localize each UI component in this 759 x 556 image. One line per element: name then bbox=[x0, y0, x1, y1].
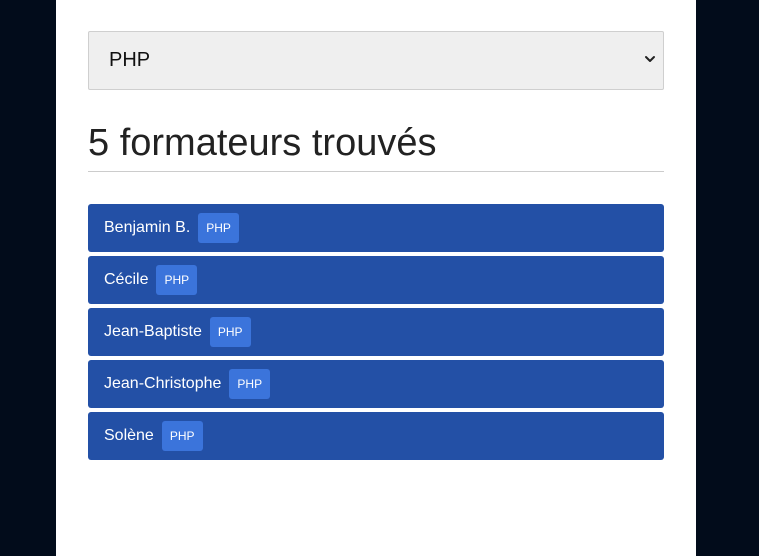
technology-select[interactable]: PHP bbox=[88, 31, 664, 90]
trainer-name: Solène bbox=[104, 427, 154, 444]
chevron-down-icon bbox=[645, 56, 655, 62]
main-content: PHP 5 formateurs trouvés Benjamin B. PHP… bbox=[88, 31, 664, 464]
trainer-name: Benjamin B. bbox=[104, 219, 191, 236]
trainer-item[interactable]: Benjamin B. PHP bbox=[88, 204, 664, 252]
trainer-name: Jean-Christophe bbox=[104, 375, 222, 392]
skill-badge: PHP bbox=[198, 213, 239, 243]
page-container: PHP 5 formateurs trouvés Benjamin B. PHP… bbox=[56, 0, 696, 556]
results-heading: 5 formateurs trouvés bbox=[88, 121, 664, 172]
trainer-list: Benjamin B. PHP Cécile PHP Jean-Baptiste… bbox=[88, 204, 664, 460]
trainer-name: Cécile bbox=[104, 271, 149, 288]
skill-badge: PHP bbox=[209, 317, 251, 347]
skill-badge: PHP bbox=[156, 265, 198, 295]
trainer-item[interactable]: Jean-Baptiste PHP bbox=[88, 308, 664, 356]
skill-badge: PHP bbox=[229, 369, 271, 399]
trainer-item[interactable]: Solène PHP bbox=[88, 412, 664, 460]
trainer-item[interactable]: Jean-Christophe PHP bbox=[88, 360, 664, 408]
trainer-item[interactable]: Cécile PHP bbox=[88, 256, 664, 304]
trainer-name: Jean-Baptiste bbox=[104, 323, 202, 340]
technology-select-value: PHP bbox=[109, 49, 151, 71]
skill-badge: PHP bbox=[161, 421, 203, 451]
